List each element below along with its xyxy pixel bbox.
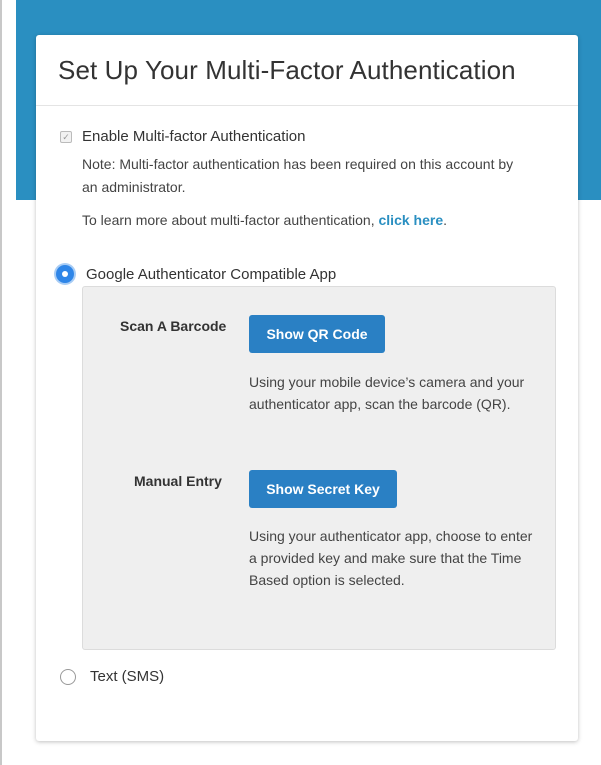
method-app-radio[interactable] [56,265,74,283]
authenticator-app-panel: Scan A Barcode Show QR Code Using your m… [82,286,556,650]
learn-more-text: To learn more about multi-factor authent… [82,212,447,228]
card-header: Set Up Your Multi-Factor Authentication [36,35,578,106]
mfa-required-note: Note: Multi-factor authentication has be… [82,156,514,195]
enable-mfa-row: ✓ Enable Multi-factor Authentication [60,128,305,145]
method-app-option[interactable]: Google Authenticator Compatible App [56,265,336,283]
manual-entry-description: Using your authenticator app, choose to … [249,528,533,588]
show-qr-code-button[interactable]: Show QR Code [249,315,385,353]
scan-barcode-description: Using your mobile device’s camera and yo… [249,374,525,412]
manual-entry-label: Manual Entry [134,473,222,489]
show-secret-key-button[interactable]: Show Secret Key [249,470,397,508]
page-title: Set Up Your Multi-Factor Authentication [58,55,516,85]
enable-mfa-label: Enable Multi-factor Authentication [82,128,306,145]
left-divider [0,0,2,765]
mfa-setup-card: Set Up Your Multi-Factor Authentication … [36,35,578,741]
scan-barcode-label: Scan A Barcode [120,318,227,334]
learn-more-link[interactable]: click here [379,212,444,228]
learn-more-suffix: . [443,212,447,228]
method-sms-radio[interactable] [60,668,76,685]
method-app-label: Google Authenticator Compatible App [86,265,337,283]
enable-mfa-checkbox[interactable]: ✓ [60,130,72,143]
method-sms-option[interactable]: Text (SMS) [58,668,164,685]
method-sms-label: Text (SMS) [90,668,165,685]
learn-more-prefix: To learn more about multi-factor authent… [82,212,379,228]
